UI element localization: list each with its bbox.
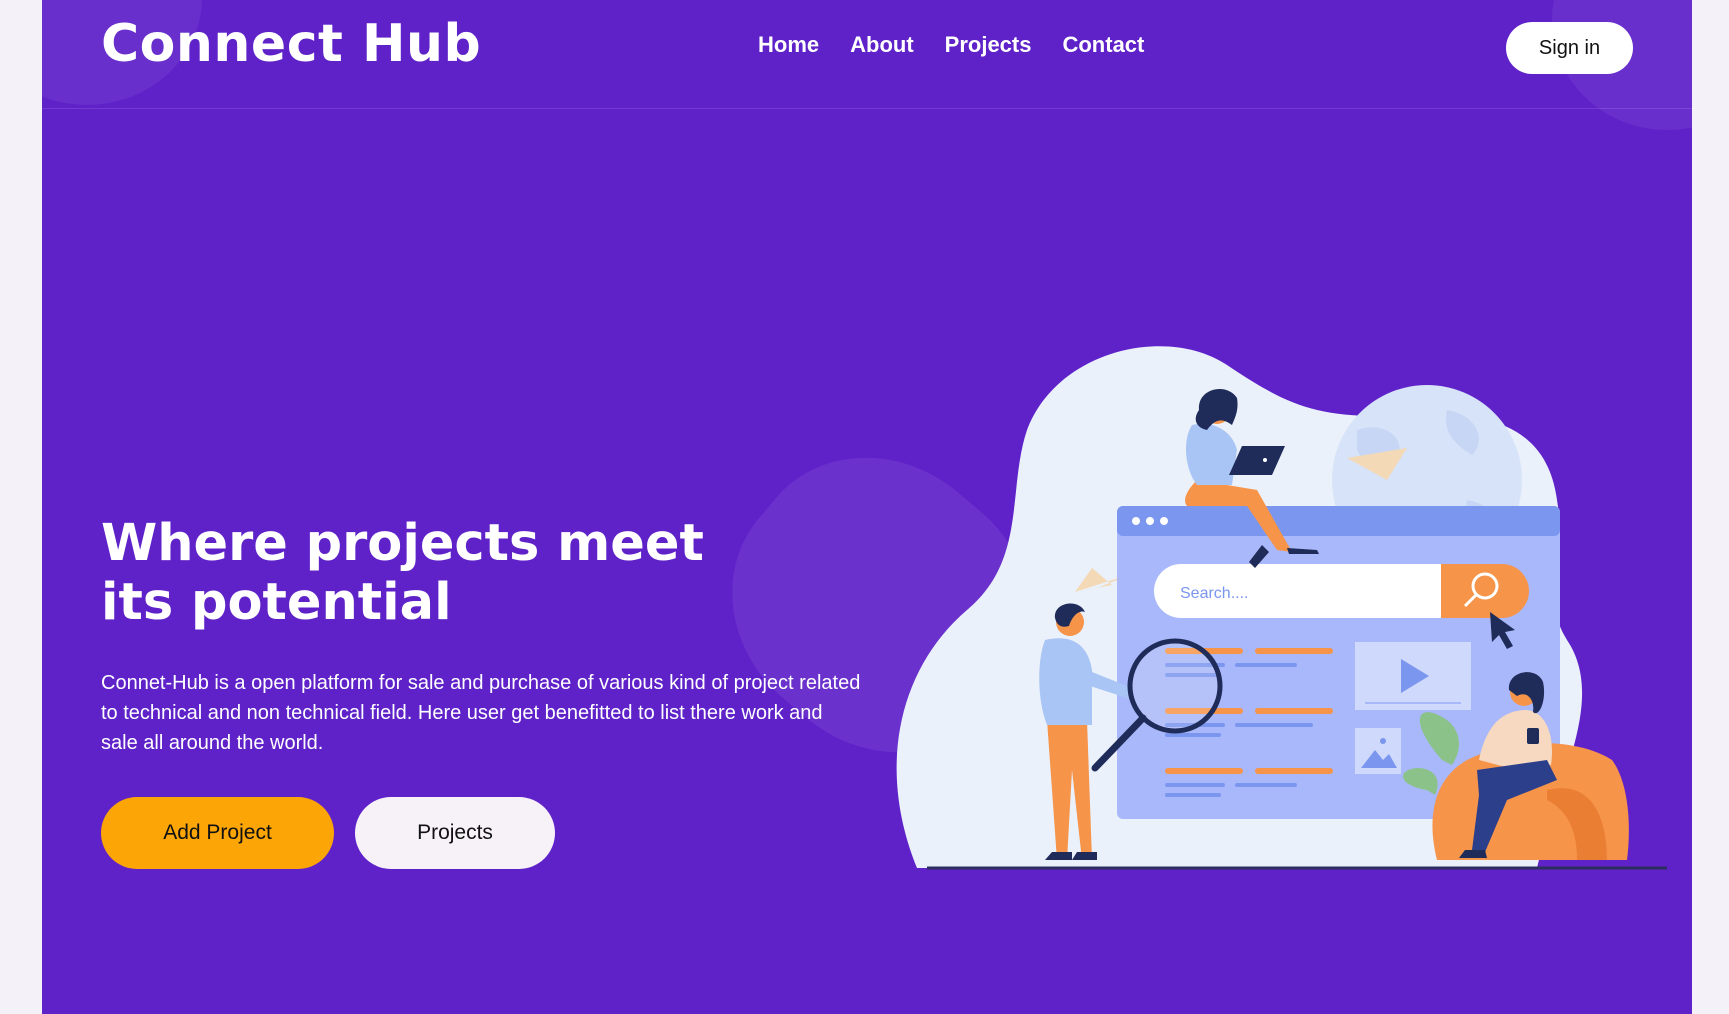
sun-icon [1380,738,1386,744]
video-progress [1365,702,1461,704]
illustration-search-button [1441,564,1529,618]
main-nav: Home About Projects Contact [758,32,1144,58]
nav-projects[interactable]: Projects [945,32,1032,58]
hero-title: Where projects meet its potential [101,514,704,632]
hero-illustration: Search.... [896,346,1667,870]
logo[interactable]: Connect Hub [101,14,481,74]
nav-home[interactable]: Home [758,32,819,58]
nav-about[interactable]: About [850,32,914,58]
hero-section: Connect Hub Home About Projects Contact … [42,0,1692,1014]
sign-in-button[interactable]: Sign in [1506,22,1633,74]
illustration-search-placeholder: Search.... [1180,585,1248,602]
hero-description: Connet-Hub is a open platform for sale a… [101,672,861,754]
add-project-button[interactable]: Add Project [101,797,334,869]
nav-contact[interactable]: Contact [1062,32,1144,58]
projects-button[interactable]: Projects [355,797,555,869]
navbar: Connect Hub Home About Projects Contact … [42,0,1692,109]
